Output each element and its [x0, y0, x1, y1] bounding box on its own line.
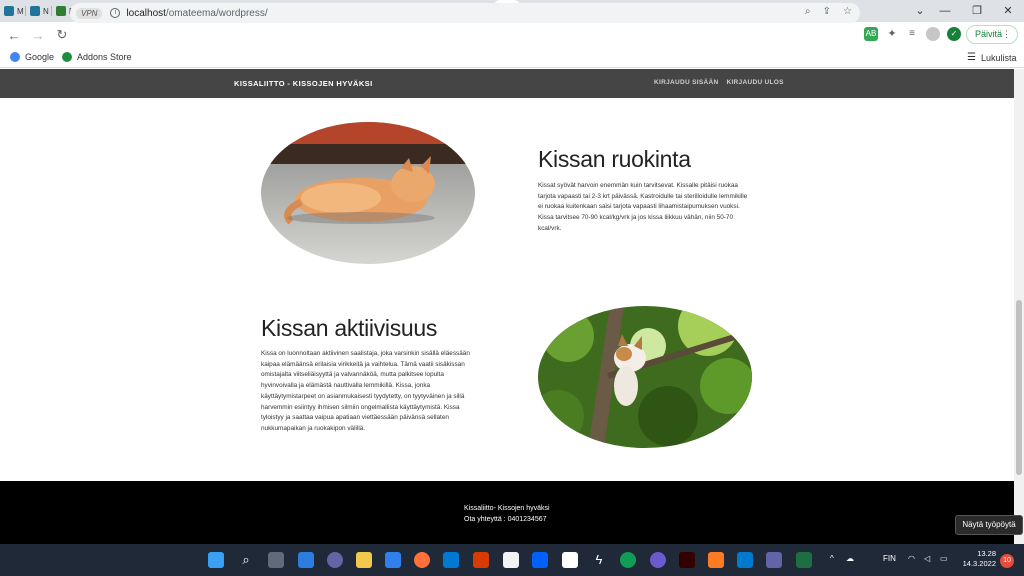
dropbox-icon[interactable]: [532, 552, 548, 568]
start-icon[interactable]: [208, 552, 224, 568]
tab-item[interactable]: N: [26, 0, 52, 22]
tray-chevron-icon[interactable]: ^: [830, 554, 834, 563]
xampp-icon[interactable]: [708, 552, 724, 568]
puzzle-icon[interactable]: ✦: [885, 27, 899, 41]
site-title[interactable]: KISSALIITTO - KISSOJEN HYVÄKSI: [234, 79, 373, 88]
tab-favicon-icon: [56, 6, 66, 16]
footer-title: Kissaliitto- Kissojen hyväksi: [464, 505, 550, 512]
site-footer: Kissaliitto- Kissojen hyväksi Ota yhteyt…: [0, 481, 1024, 544]
maximize-button[interactable]: ❐: [962, 0, 992, 22]
reload-button[interactable]: ↻: [50, 27, 74, 43]
scrollbar-thumb[interactable]: [1016, 300, 1022, 475]
battery-icon[interactable]: ▭: [940, 554, 948, 563]
extension-ab-icon[interactable]: AB: [864, 27, 878, 41]
section-heading: Kissan ruokinta: [538, 146, 691, 172]
reading-list-label: Lukulista: [980, 52, 1017, 63]
address-bar[interactable]: VPN i localhost/omateema/wordpress/ ⌕ ⇪ …: [70, 3, 860, 23]
vpn-badge[interactable]: VPN: [76, 7, 103, 19]
kitten-in-tree-image: [538, 306, 752, 448]
widgets-icon[interactable]: [298, 552, 314, 568]
more-icon: ⋮: [1002, 29, 1011, 39]
lightning-icon[interactable]: ϟ: [591, 552, 607, 568]
addons-store-icon: [62, 52, 72, 62]
footer-text: Kissaliitto- Kissojen hyväksi Ota yhteyt…: [464, 503, 550, 525]
reading-list[interactable]: ☰ Lukulista: [967, 52, 1017, 63]
mail-icon[interactable]: [443, 552, 459, 568]
forward-button[interactable]: →: [26, 28, 50, 43]
notification-badge[interactable]: 10: [1000, 554, 1014, 568]
tray-app-icon[interactable]: ☁: [846, 554, 854, 563]
share-icon[interactable]: ⇪: [823, 6, 831, 17]
amazon-icon[interactable]: [503, 552, 519, 568]
tab-label: M: [17, 6, 24, 16]
star-icon[interactable]: ☆: [843, 6, 852, 17]
google-icon: [10, 52, 20, 62]
site-header: KISSALIITTO - KISSOJEN HYVÄKSI KIRJAUDU …: [0, 69, 1024, 98]
vscode-icon[interactable]: [737, 552, 753, 568]
section-text: Kissa on luonnoltaan aktiivinen saalista…: [261, 350, 470, 432]
file-explorer-icon[interactable]: [356, 552, 372, 568]
task-view-icon[interactable]: [268, 552, 284, 568]
footer-contact: Ota yhteyttä : 0401234567: [464, 516, 547, 523]
logout-link[interactable]: KIRJAUDU ULOS: [726, 79, 783, 86]
bookmark-label: Google: [25, 52, 55, 62]
close-window-button[interactable]: ✕: [993, 0, 1023, 22]
tab-item[interactable]: M: [0, 0, 26, 22]
site-nav: KIRJAUDU SISÄÄN KIRJAUDU ULOS: [654, 79, 784, 86]
bookmarks-bar: Google Addons Store ☰ Lukulista: [0, 48, 1024, 68]
bookmark-addons-store[interactable]: Addons Store: [62, 52, 132, 62]
clock-date: 14.3.2022: [962, 559, 996, 568]
teams-icon[interactable]: [766, 552, 782, 568]
tab-label: N: [43, 6, 49, 16]
chat-icon[interactable]: [327, 552, 343, 568]
section-text: Kissat syövät harvoin enemmän kuin tarvi…: [538, 182, 748, 232]
clock-time: 13.28: [977, 549, 996, 558]
security-icon[interactable]: [562, 552, 578, 568]
zoom-icon[interactable]: ⌕: [805, 6, 811, 17]
excel-icon[interactable]: [796, 552, 812, 568]
omnibox-actions: ⌕ ⇪ ☆: [805, 6, 852, 17]
url-path: /omateema/wordpress/: [165, 7, 268, 19]
store-icon[interactable]: [385, 552, 401, 568]
tab-favicon-icon: [4, 6, 14, 16]
url-host: localhost: [126, 7, 166, 19]
clock[interactable]: 13.28 14.3.2022: [962, 549, 996, 569]
chrome-icon[interactable]: [650, 552, 666, 568]
volume-icon[interactable]: ◁: [924, 554, 930, 563]
show-desktop-tooltip: Näytä työpöytä: [955, 515, 1023, 535]
firefox-icon[interactable]: [414, 552, 430, 568]
bookmark-google[interactable]: Google: [10, 52, 54, 62]
sleeping-kitten-image: [261, 122, 475, 264]
illustrator-icon[interactable]: [679, 552, 695, 568]
search-icon[interactable]: ⌕: [238, 552, 254, 568]
update-button[interactable]: Päivitä ⋮: [966, 25, 1018, 44]
reading-queue-icon[interactable]: ≡: [905, 27, 919, 41]
section-heading: Kissan aktiivisuus: [261, 315, 438, 341]
reading-list-icon: ☰: [967, 52, 976, 63]
language-indicator[interactable]: FIN: [883, 554, 896, 563]
bookmark-label: Addons Store: [77, 52, 132, 62]
wifi-icon[interactable]: ◠: [908, 554, 915, 563]
back-button[interactable]: ←: [2, 28, 26, 43]
tab-favicon-icon: [30, 6, 40, 16]
login-link[interactable]: KIRJAUDU SISÄÄN: [654, 79, 718, 86]
office-icon[interactable]: [473, 552, 489, 568]
info-icon[interactable]: i: [110, 8, 121, 18]
edge-icon[interactable]: [620, 552, 636, 568]
minimize-button[interactable]: —: [930, 0, 960, 22]
profile-icon[interactable]: [926, 27, 940, 41]
shield-icon[interactable]: ✓: [947, 27, 961, 41]
